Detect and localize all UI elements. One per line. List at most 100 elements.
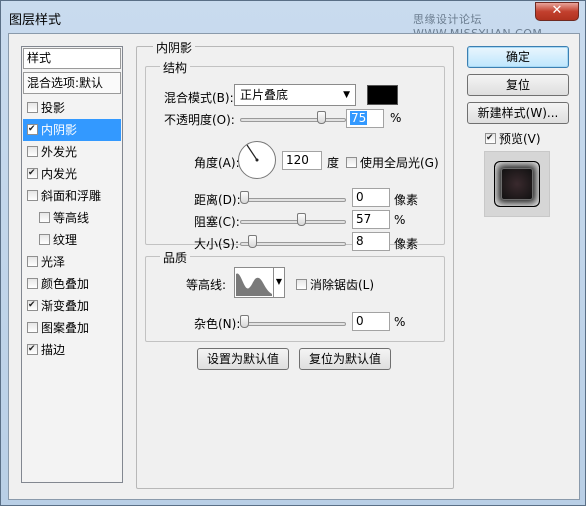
contour-picker[interactable]: [234, 267, 274, 298]
shadow-color-swatch[interactable]: [367, 85, 398, 105]
styles-list-header[interactable]: 样式: [23, 48, 121, 69]
angle-input[interactable]: 120: [282, 151, 322, 170]
style-item[interactable]: 纹理: [23, 229, 121, 251]
size-input[interactable]: 8: [352, 232, 390, 251]
choke-value: 57: [356, 212, 372, 226]
style-item[interactable]: 光泽: [23, 251, 121, 273]
blend-mode-value: 正片叠底: [240, 88, 289, 102]
distance-slider-thumb[interactable]: [240, 191, 249, 204]
size-value: 8: [356, 234, 364, 248]
style-item[interactable]: 投影: [23, 97, 121, 119]
contour-curve-icon: [236, 273, 272, 296]
reset-button[interactable]: 复位: [467, 74, 569, 96]
inner-shadow-title: 内阴影: [153, 39, 196, 56]
style-item-checkbox[interactable]: [27, 168, 38, 179]
style-item-checkbox[interactable]: [27, 102, 38, 113]
distance-input[interactable]: 0: [352, 188, 390, 207]
style-item-checkbox[interactable]: [27, 124, 38, 135]
opacity-unit: %: [390, 111, 402, 125]
angle-dial[interactable]: [238, 141, 276, 179]
style-item-checkbox[interactable]: [39, 234, 50, 245]
style-item[interactable]: 描边: [23, 339, 121, 361]
contour-dropdown-button[interactable]: ▼: [274, 267, 285, 298]
distance-unit: 像素: [394, 193, 419, 207]
style-item[interactable]: 颜色叠加: [23, 273, 121, 295]
style-item-checkbox[interactable]: [27, 278, 38, 289]
noise-slider-thumb[interactable]: [240, 315, 249, 328]
style-item[interactable]: 斜面和浮雕: [23, 185, 121, 207]
new-style-button[interactable]: 新建样式(W)...: [467, 102, 569, 124]
distance-slider-track[interactable]: [240, 198, 346, 202]
chevron-down-icon: ▼: [343, 90, 350, 100]
opacity-input[interactable]: 75: [346, 109, 384, 128]
blend-mode-select[interactable]: 正片叠底 ▼: [234, 84, 356, 106]
noise-value: 0: [356, 314, 364, 328]
angle-value: 120: [286, 153, 309, 167]
noise-slider-track[interactable]: [240, 322, 346, 326]
preview-inner-square: [501, 168, 533, 200]
style-item-label: 等高线: [53, 211, 90, 225]
style-item-label: 外发光: [41, 145, 78, 159]
opacity-label: 不透明度(O):: [164, 113, 235, 127]
set-default-button[interactable]: 设置为默认值: [197, 348, 289, 370]
contour-label: 等高线:: [186, 278, 227, 292]
blend-mode-label: 混合模式(B):: [164, 91, 234, 105]
style-item-checkbox[interactable]: [27, 322, 38, 333]
preview-checkbox[interactable]: [485, 133, 496, 144]
distance-label: 距离(D):: [194, 193, 241, 207]
choke-input[interactable]: 57: [352, 210, 390, 229]
angle-label: 角度(A):: [194, 156, 240, 170]
anti-alias-option[interactable]: 消除锯齿(L): [296, 276, 374, 293]
style-item[interactable]: 渐变叠加: [23, 295, 121, 317]
style-item-checkbox[interactable]: [27, 190, 38, 201]
global-light-option[interactable]: 使用全局光(G): [346, 154, 439, 171]
structure-group: 结构 混合模式(B): 正片叠底 ▼ 不透明度(O): 75 % 角度(A):: [145, 59, 445, 251]
preview-option[interactable]: 预览(V): [485, 130, 541, 147]
style-item[interactable]: 等高线: [23, 207, 121, 229]
opacity-slider-thumb[interactable]: [317, 111, 326, 124]
noise-unit: %: [394, 315, 406, 329]
preview-thumbnail: [494, 161, 540, 207]
style-item-checkbox[interactable]: [27, 344, 38, 355]
title-bar[interactable]: 图层样式 思缘设计论坛 WWW.MISSYUAN.COM ✕: [1, 1, 585, 40]
style-item[interactable]: 外发光: [23, 141, 121, 163]
noise-label: 杂色(N):: [194, 317, 241, 331]
choke-slider-track[interactable]: [240, 220, 346, 224]
close-button[interactable]: ✕: [535, 2, 579, 21]
anti-alias-checkbox[interactable]: [296, 279, 307, 290]
style-item-checkbox[interactable]: [27, 300, 38, 311]
close-icon: ✕: [551, 3, 563, 18]
style-item[interactable]: 内阴影: [23, 119, 121, 141]
noise-input[interactable]: 0: [352, 312, 390, 331]
style-item-label: 颜色叠加: [41, 277, 90, 291]
style-item-label: 光泽: [41, 255, 66, 269]
inner-shadow-group: 内阴影 结构 混合模式(B): 正片叠底 ▼ 不透明度(O): 75 % 角度(…: [136, 39, 454, 489]
reset-default-button[interactable]: 复位为默认值: [299, 348, 391, 370]
anti-alias-label: 消除锯齿(L): [310, 278, 375, 292]
quality-group: 品质 等高线: ▼ 消除锯齿(L) 杂色(N): 0 %: [145, 249, 445, 342]
style-item-label: 斜面和浮雕: [41, 189, 102, 203]
size-unit: 像素: [394, 237, 419, 251]
style-item[interactable]: 内发光: [23, 163, 121, 185]
style-item-checkbox[interactable]: [27, 146, 38, 157]
opacity-value: 75: [350, 111, 368, 125]
blend-options-item[interactable]: 混合选项:默认: [23, 72, 121, 94]
choke-slider-thumb[interactable]: [297, 213, 306, 226]
size-label: 大小(S):: [194, 237, 240, 251]
global-light-label: 使用全局光(G): [360, 156, 439, 170]
choke-unit: %: [394, 213, 406, 227]
style-item-label: 纹理: [53, 233, 78, 247]
structure-title: 结构: [160, 59, 191, 76]
layer-style-dialog: 图层样式 思缘设计论坛 WWW.MISSYUAN.COM ✕ 样式 混合选项:默…: [0, 0, 586, 506]
quality-title: 品质: [160, 249, 191, 266]
ok-button[interactable]: 确定: [467, 46, 569, 68]
opacity-slider-track[interactable]: [240, 118, 346, 122]
style-item-checkbox[interactable]: [27, 256, 38, 267]
style-item-label: 描边: [41, 343, 66, 357]
global-light-checkbox[interactable]: [346, 157, 357, 168]
dialog-body: 样式 混合选项:默认 投影内阴影外发光内发光斜面和浮雕等高线纹理光泽颜色叠加渐变…: [8, 33, 580, 500]
size-slider-thumb[interactable]: [248, 235, 257, 248]
style-item-label: 渐变叠加: [41, 299, 90, 313]
style-item-checkbox[interactable]: [39, 212, 50, 223]
style-item[interactable]: 图案叠加: [23, 317, 121, 339]
